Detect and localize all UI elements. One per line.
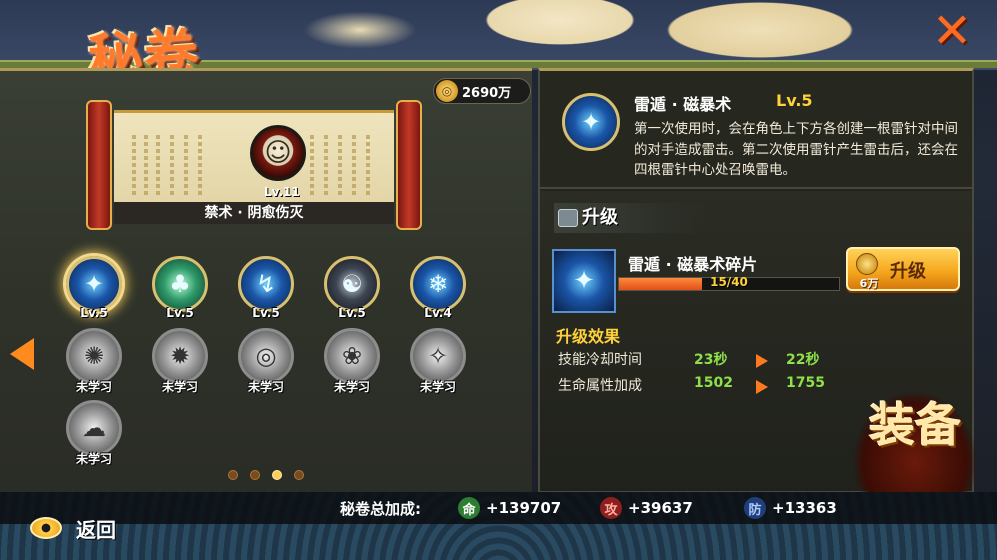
effect-new-value: 1755 bbox=[786, 375, 825, 391]
fragment-count: 15/40 bbox=[710, 275, 748, 289]
skill-level: Lv.5 bbox=[776, 91, 813, 110]
skill-slot[interactable]: ✺ 未学习 bbox=[64, 328, 124, 398]
skill-label: Lv.5 bbox=[80, 306, 108, 320]
vortex-icon: ◎ bbox=[238, 328, 294, 384]
effect-row: 技能冷却时间 23秒 22秒 bbox=[558, 349, 958, 371]
page-dot[interactable] bbox=[272, 470, 282, 480]
fragment-name: 雷遁 · 磁暴术碎片 bbox=[628, 255, 758, 274]
def-badge-icon: 防 bbox=[744, 497, 766, 519]
coin-icon: ◎ bbox=[436, 80, 458, 102]
back-button[interactable]: 返回 bbox=[30, 510, 150, 546]
arrow-right-icon bbox=[756, 380, 768, 394]
coin-icon bbox=[856, 253, 878, 275]
currency-display: ◎ 2690万 bbox=[433, 78, 531, 104]
upgrade-button-label: 升级 bbox=[890, 261, 926, 282]
scroll-rod-left bbox=[86, 100, 112, 230]
shadow-ninja-icon: ☯ bbox=[324, 256, 380, 312]
eye-back-icon bbox=[30, 517, 62, 539]
skill-label: Lv.5 bbox=[252, 306, 280, 320]
skill-label: 未学习 bbox=[333, 380, 370, 394]
skill-label: 未学习 bbox=[75, 452, 112, 466]
skill-slot[interactable]: ❄ Lv.4 bbox=[408, 256, 468, 326]
total-bonus-label: 秘卷总加成: bbox=[340, 500, 421, 518]
skill-slot[interactable]: ↯ Lv.5 bbox=[236, 256, 296, 326]
lightning-orb-icon: ✦ bbox=[66, 256, 122, 312]
storm-icon: ☁ bbox=[66, 400, 122, 456]
ninja-face-icon: ☺ bbox=[250, 125, 306, 181]
scroll-rod-right bbox=[396, 100, 422, 230]
upgrade-section-title: 升级 bbox=[554, 203, 714, 233]
effect-old-value: 23秒 bbox=[694, 352, 728, 368]
skill-label: 未学习 bbox=[419, 380, 456, 394]
arrow-right-icon bbox=[756, 354, 768, 368]
skill-slot[interactable]: ❀ 未学习 bbox=[322, 328, 382, 398]
skill-label: 未学习 bbox=[161, 380, 198, 394]
back-label: 返回 bbox=[76, 517, 116, 542]
lightning-rods-icon: ↯ bbox=[238, 256, 294, 312]
page-dot[interactable] bbox=[228, 470, 238, 480]
flame-spirit-icon: ❀ bbox=[324, 328, 380, 384]
skill-slot[interactable]: ✧ 未学习 bbox=[408, 328, 468, 398]
page-indicator bbox=[228, 470, 304, 480]
ice-shard-icon: ❄ bbox=[410, 256, 466, 312]
skill-label: Lv.5 bbox=[338, 306, 366, 320]
skill-label: 未学习 bbox=[247, 380, 284, 394]
skill-slot[interactable]: ☁ 未学习 bbox=[64, 400, 124, 470]
effect-new-value: 22秒 bbox=[786, 352, 820, 368]
skill-label: Lv.5 bbox=[166, 306, 194, 320]
bonus-def: 防 +13363 bbox=[744, 497, 837, 519]
upgrade-button[interactable]: 6万 升级 bbox=[846, 247, 960, 291]
skill-slot[interactable]: ✹ 未学习 bbox=[150, 328, 210, 398]
bonus-value: +13363 bbox=[772, 499, 837, 517]
scroll-name: 禁术 · 阴愈伤灭 bbox=[114, 202, 394, 224]
effect-label: 生命属性加成 bbox=[558, 378, 642, 394]
page-dot[interactable] bbox=[250, 470, 260, 480]
skill-slot[interactable]: ◎ 未学习 bbox=[236, 328, 296, 398]
bonus-value: +139707 bbox=[486, 499, 562, 517]
currency-amount: 2690万 bbox=[462, 85, 512, 101]
active-scroll[interactable]: ☺ Lv.11 禁术 · 阴愈伤灭 bbox=[86, 100, 422, 230]
skill-slot[interactable]: ♣ Lv.5 bbox=[150, 256, 210, 326]
bonus-hp: 命 +139707 bbox=[458, 497, 561, 519]
skill-info: ✦ 雷遁 · 磁暴术 Lv.5 第一次使用时，会在角色上下方各创建一根雷针对中间… bbox=[540, 71, 972, 189]
atk-badge-icon: 攻 bbox=[600, 497, 622, 519]
burst-icon: ✹ bbox=[152, 328, 208, 384]
effect-label: 技能冷却时间 bbox=[558, 352, 642, 368]
bonus-value: +39637 bbox=[628, 499, 693, 517]
wind-ninja-icon: ♣ bbox=[152, 256, 208, 312]
fragment-icon: ✦ bbox=[552, 249, 616, 313]
skill-slot[interactable]: ☯ Lv.5 bbox=[322, 256, 382, 326]
effect-old-value: 1502 bbox=[694, 375, 733, 391]
upgrade-cost: 6万 bbox=[859, 277, 879, 290]
skill-name: 雷遁 · 磁暴术 bbox=[634, 95, 732, 114]
skill-label: Lv.4 bbox=[424, 306, 452, 320]
crystal-icon: ✧ bbox=[410, 328, 466, 384]
skill-slot[interactable]: ✦ Lv.5 bbox=[64, 256, 124, 326]
lightning-orb-icon: ✦ bbox=[562, 93, 620, 151]
page-dot[interactable] bbox=[294, 470, 304, 480]
equip-label: 装备 bbox=[869, 398, 961, 452]
bonus-atk: 攻 +39637 bbox=[600, 497, 693, 519]
scroll-level: Lv.11 bbox=[264, 185, 300, 199]
upgrade-section-label: 升级 bbox=[582, 207, 618, 228]
upgrade-effects-title: 升级效果 bbox=[556, 327, 621, 346]
previous-page-arrow-icon[interactable] bbox=[10, 338, 34, 370]
scroll-icon bbox=[558, 209, 578, 227]
hp-badge-icon: 命 bbox=[458, 497, 480, 519]
close-icon[interactable]: ✕ bbox=[924, 3, 980, 59]
skill-description[interactable]: 第一次使用时，会在角色上下方各创建一根雷针对中间的对手造成雷击。第二次使用雷针产… bbox=[634, 119, 964, 181]
skill-label: 未学习 bbox=[75, 380, 112, 394]
cloaked-figure-icon: ✺ bbox=[66, 328, 122, 384]
